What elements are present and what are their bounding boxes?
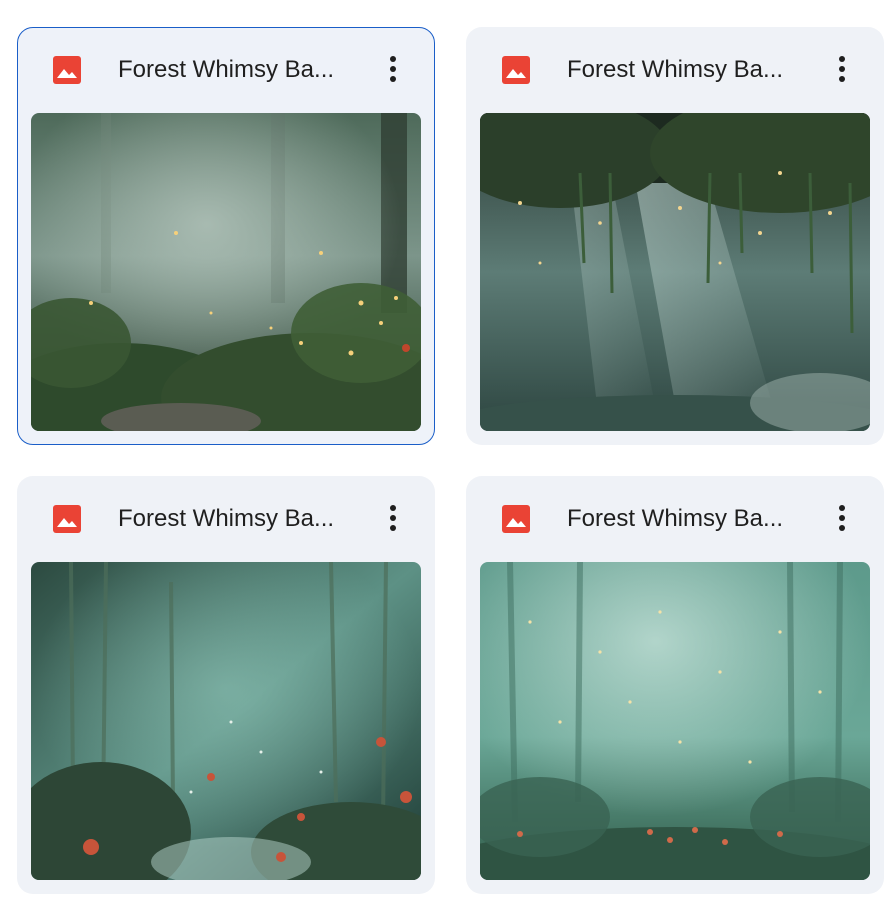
file-grid: Forest Whimsy Ba... Forest Whimsy Ba... … bbox=[0, 0, 894, 906]
more-options-button[interactable] bbox=[822, 49, 862, 89]
file-card[interactable]: Forest Whimsy Ba... bbox=[466, 27, 884, 445]
more-vert-icon bbox=[839, 505, 845, 531]
file-title: Forest Whimsy Ba... bbox=[118, 56, 335, 83]
file-card[interactable]: Forest Whimsy Ba... bbox=[466, 476, 884, 894]
image-file-icon bbox=[53, 505, 81, 533]
file-card-header[interactable]: Forest Whimsy Ba... bbox=[466, 27, 884, 113]
file-card-header[interactable]: Forest Whimsy Ba... bbox=[18, 28, 434, 114]
image-file-icon bbox=[502, 56, 530, 84]
forest-thumbnail-image bbox=[31, 562, 421, 880]
file-card-header[interactable]: Forest Whimsy Ba... bbox=[17, 476, 435, 562]
image-file-icon bbox=[53, 56, 81, 84]
file-thumbnail[interactable] bbox=[31, 562, 421, 880]
file-thumbnail[interactable] bbox=[31, 113, 421, 431]
image-file-icon bbox=[502, 505, 530, 533]
forest-thumbnail-image bbox=[480, 113, 870, 431]
file-card[interactable]: Forest Whimsy Ba... bbox=[17, 27, 435, 445]
file-title: Forest Whimsy Ba... bbox=[118, 505, 335, 532]
file-thumbnail[interactable] bbox=[480, 113, 870, 431]
more-options-button[interactable] bbox=[373, 49, 413, 89]
more-vert-icon bbox=[839, 56, 845, 82]
forest-thumbnail-image bbox=[480, 562, 870, 880]
file-thumbnail[interactable] bbox=[480, 562, 870, 880]
forest-thumbnail-image bbox=[31, 113, 421, 431]
file-title: Forest Whimsy Ba... bbox=[567, 505, 784, 532]
more-options-button[interactable] bbox=[373, 498, 413, 538]
file-card-header[interactable]: Forest Whimsy Ba... bbox=[466, 476, 884, 562]
file-card[interactable]: Forest Whimsy Ba... bbox=[17, 476, 435, 894]
more-vert-icon bbox=[390, 56, 396, 82]
more-vert-icon bbox=[390, 505, 396, 531]
more-options-button[interactable] bbox=[822, 498, 862, 538]
file-title: Forest Whimsy Ba... bbox=[567, 56, 784, 83]
